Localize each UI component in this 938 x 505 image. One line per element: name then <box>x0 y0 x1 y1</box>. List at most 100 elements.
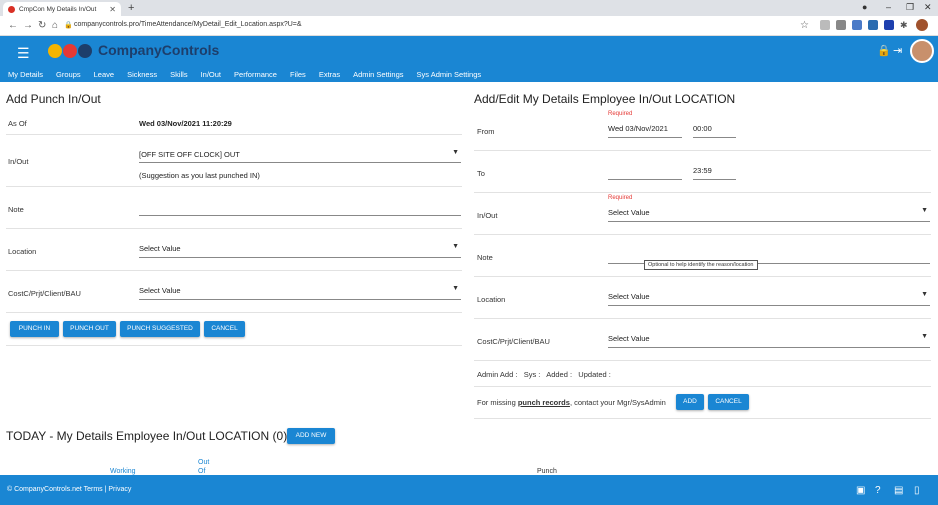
location-location-value: Select Value <box>608 292 650 301</box>
today-title: TODAY - My Details Employee In/Out LOCAT… <box>6 429 288 443</box>
punch-in-button[interactable]: PUNCH IN <box>10 321 59 337</box>
required-hint: Required <box>608 111 633 117</box>
page-title: Add Punch In/Out <box>6 92 101 106</box>
in-out-label: In/Out <box>8 157 29 166</box>
location-panel-title: Add/Edit My Details Employee In/Out LOCA… <box>474 92 736 106</box>
in-out-select-value: [OFF SITE OFF CLOCK] OUT <box>139 150 240 159</box>
browser-tab[interactable]: CmpCon My Details In/Out ✕ <box>3 2 121 16</box>
brand-name: CompanyControls <box>98 42 220 58</box>
location-label: Location <box>477 295 506 304</box>
divider <box>6 345 462 346</box>
close-tab-icon[interactable]: ✕ <box>109 5 116 14</box>
menu-leave[interactable]: Leave <box>94 70 114 79</box>
cancel-button[interactable]: CANCEL <box>204 321 245 337</box>
puzzle-icon[interactable]: ✱ <box>900 20 908 31</box>
browser-profile-avatar[interactable] <box>916 19 928 31</box>
from-date-value: Wed 03/Nov/2021 <box>608 124 668 133</box>
location-location-select[interactable]: Select Value ▼ <box>608 291 930 306</box>
menu-files[interactable]: Files <box>290 70 306 79</box>
dropdown-arrow-icon: ▼ <box>452 243 459 250</box>
cost-centre-select[interactable]: Select Value ▼ <box>139 285 461 300</box>
bookmark-star-icon[interactable]: ☆ <box>800 20 809 31</box>
hamburger-menu-icon[interactable]: ☰ <box>17 45 30 62</box>
extension-icon[interactable] <box>884 20 894 30</box>
divider <box>474 418 931 419</box>
to-date-input[interactable] <box>608 170 682 180</box>
divider <box>474 150 931 151</box>
dropdown-arrow-icon: ▼ <box>452 149 459 156</box>
from-date-input[interactable]: Wed 03/Nov/2021 <box>608 124 682 138</box>
note-label: Note <box>477 253 493 262</box>
logout-icon[interactable]: ⇥ <box>893 44 902 57</box>
lock-icon[interactable]: 🔒 <box>877 44 891 57</box>
as-of-label: As Of <box>8 119 27 128</box>
suggestion-text: (Suggestion as you last punched IN) <box>139 171 260 180</box>
lock-icon[interactable]: 🔒 <box>64 21 73 29</box>
note-tooltip: Optional to help identify the reason/loc… <box>644 260 758 270</box>
maximize-icon[interactable]: ❐ <box>906 2 914 13</box>
close-window-icon[interactable]: ✕ <box>924 2 932 13</box>
menu-groups[interactable]: Groups <box>56 70 81 79</box>
home-icon[interactable]: ⌂ <box>52 20 58 31</box>
reload-icon[interactable]: ↻ <box>38 20 46 31</box>
column-header-of[interactable]: Of <box>198 468 205 475</box>
extension-icon[interactable] <box>868 20 878 30</box>
dropdown-arrow-icon: ▼ <box>921 333 928 340</box>
note-label: Note <box>8 205 24 214</box>
location-in-out-select[interactable]: Select Value ▼ <box>608 207 930 222</box>
required-hint: Required <box>608 195 633 201</box>
divider <box>474 192 931 193</box>
add-new-button[interactable]: ADD NEW <box>287 428 335 444</box>
to-time-input[interactable]: 23:59 <box>693 166 736 180</box>
url-field[interactable]: companycontrols.pro/TimeAttendance/MyDet… <box>74 21 302 28</box>
location-cost-select[interactable]: Select Value ▼ <box>608 333 930 348</box>
menu-admin-settings[interactable]: Admin Settings <box>353 70 403 79</box>
location-label: Location <box>8 247 37 256</box>
extension-icon[interactable] <box>836 20 846 30</box>
back-icon[interactable]: ← <box>8 20 18 31</box>
account-icon[interactable]: ● <box>862 2 867 12</box>
menu-skills[interactable]: Skills <box>170 70 188 79</box>
punch-records-link[interactable]: punch records <box>518 398 570 407</box>
add-button[interactable]: ADD <box>676 394 704 410</box>
in-out-select[interactable]: [OFF SITE OFF CLOCK] OUT ▼ <box>139 149 461 163</box>
punch-suggested-button[interactable]: PUNCH SUGGESTED <box>120 321 200 337</box>
divider <box>474 234 931 235</box>
note-input[interactable] <box>139 206 461 216</box>
main-menu: My Details Groups Leave Sickness Skills … <box>8 70 494 79</box>
menu-performance[interactable]: Performance <box>234 70 277 79</box>
location-select[interactable]: Select Value ▼ <box>139 243 461 258</box>
mobile-icon[interactable]: ▯ <box>914 485 920 496</box>
cost-centre-label: CostC/Prjt/Client/BAU <box>477 337 550 346</box>
menu-sys-admin-settings[interactable]: Sys Admin Settings <box>417 70 482 79</box>
app-header: ☰ CompanyControls 🔒 ⇥ My Details Groups … <box>0 36 938 82</box>
user-avatar[interactable] <box>910 39 934 63</box>
menu-extras[interactable]: Extras <box>319 70 340 79</box>
help-icon[interactable]: ? <box>875 485 881 496</box>
cancel-button[interactable]: CANCEL <box>708 394 749 410</box>
audit-info: Admin Add : Sys : Added : Updated : <box>477 370 611 379</box>
chat-icon[interactable]: ▤ <box>894 485 903 496</box>
divider <box>474 276 931 277</box>
column-header-out[interactable]: Out <box>198 459 209 466</box>
menu-my-details[interactable]: My Details <box>8 70 43 79</box>
column-header-working[interactable]: Working <box>110 468 136 475</box>
tab-title: CmpCon My Details In/Out <box>19 5 97 13</box>
feedback-icon[interactable]: ▣ <box>856 485 865 496</box>
forward-icon[interactable]: → <box>23 20 33 31</box>
menu-in-out[interactable]: In/Out <box>201 70 221 79</box>
browser-tab-strip: CmpCon My Details In/Out ✕ + ● – ❐ ✕ <box>0 0 938 16</box>
footer-text[interactable]: © CompanyControls.net Terms | Privacy <box>7 486 131 493</box>
extension-icon[interactable] <box>820 20 830 30</box>
menu-sickness[interactable]: Sickness <box>127 70 157 79</box>
favicon-icon <box>8 5 15 13</box>
punch-out-button[interactable]: PUNCH OUT <box>63 321 116 337</box>
new-tab-icon[interactable]: + <box>128 2 134 14</box>
cost-centre-label: CostC/Prjt/Client/BAU <box>8 289 81 298</box>
location-cost-value: Select Value <box>608 334 650 343</box>
from-time-input[interactable]: 00:00 <box>693 124 736 138</box>
column-header-punch[interactable]: Punch <box>537 468 557 475</box>
minimize-icon[interactable]: – <box>886 2 891 12</box>
from-time-value: 00:00 <box>693 124 712 133</box>
extension-icon[interactable] <box>852 20 862 30</box>
